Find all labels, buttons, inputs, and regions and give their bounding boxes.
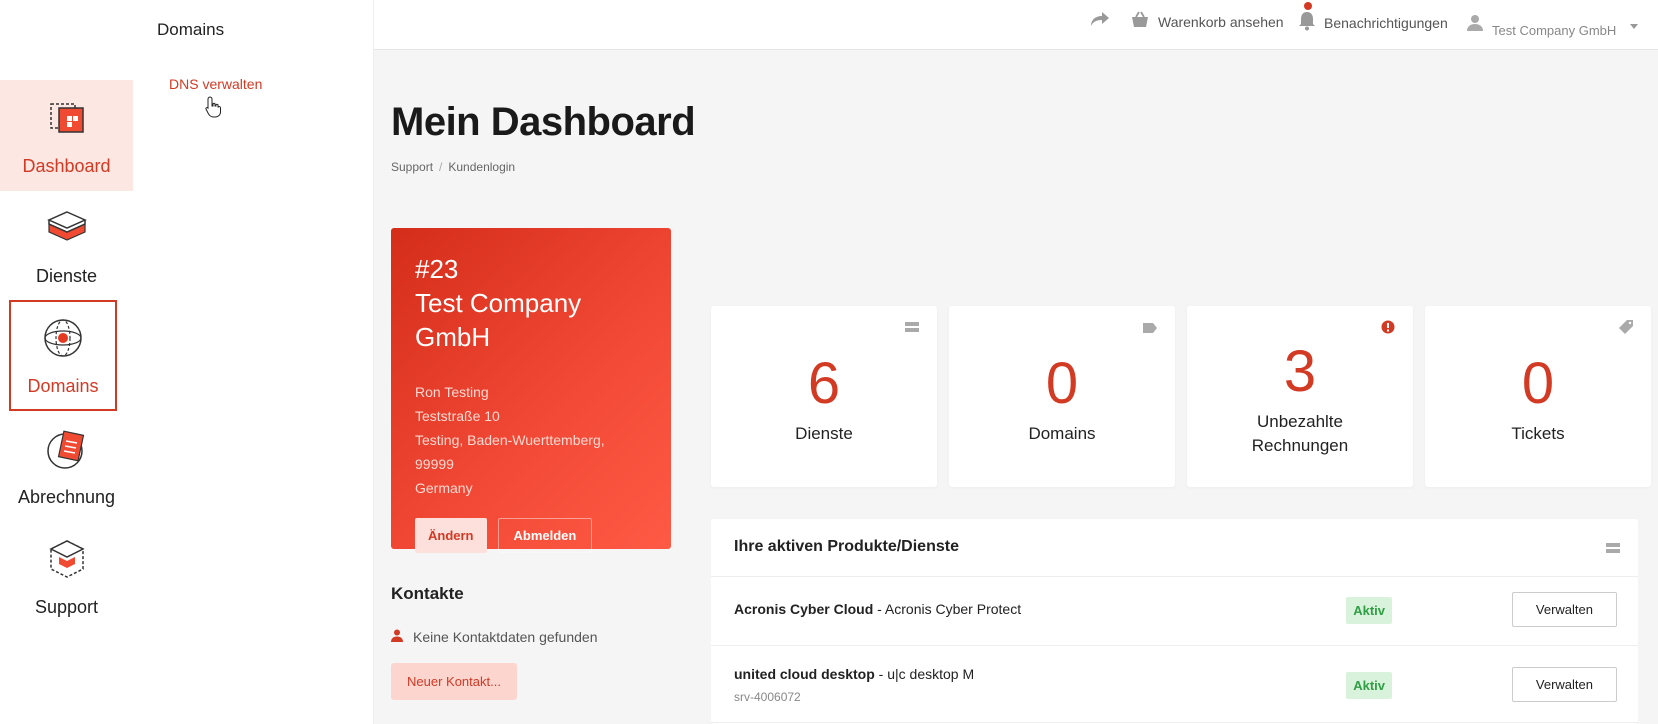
alert-icon [1381, 320, 1395, 339]
notifications-label: Benachrichtigungen [1324, 14, 1448, 31]
profile-card: #23 Test Company GmbH Ron Testing Testst… [391, 228, 671, 553]
server-icon [905, 320, 919, 338]
street: Teststraße 10 [415, 408, 500, 424]
contacts-title: Kontakte [391, 584, 464, 603]
rail-label: Dashboard [22, 156, 111, 176]
product-row: Acronis Cyber Cloud - Acronis Cyber Prot… [711, 577, 1638, 646]
hand-cursor-icon [205, 96, 221, 123]
notification-dot [1304, 2, 1312, 10]
company-name: Test Company GmbH [415, 288, 582, 352]
dashboard-icon [43, 94, 91, 142]
status-badge: Aktiv [1346, 597, 1392, 624]
domains-submenu: Domains DNS verwalten [133, 0, 374, 724]
new-contact-button[interactable]: Neuer Kontakt... [391, 663, 517, 700]
rail-label: Abrechnung [17, 487, 116, 507]
rail-item-dashboard[interactable]: Dashboard [0, 80, 133, 191]
contacts-empty-state: Keine Kontaktdaten gefunden [391, 629, 598, 645]
chevron-down-icon [1630, 17, 1639, 33]
rail-label: Dienste [35, 266, 98, 286]
products-title: Ihre aktiven Produkte/Dienste [734, 538, 959, 555]
rail-item-domains[interactable]: Domains [9, 300, 117, 411]
share-button[interactable] [1090, 11, 1110, 30]
user-label: Test Company GmbH [1492, 23, 1617, 38]
stat-card-domains[interactable]: 0 Domains [949, 306, 1175, 487]
invoice-icon [43, 425, 91, 473]
stat-label: Dienste [795, 424, 853, 443]
notifications-button[interactable]: Benachrichtigungen [1298, 2, 1448, 34]
contacts-empty-text: Keine Kontaktdaten gefunden [413, 629, 598, 645]
page-title: Mein Dashboard [391, 100, 696, 144]
tag-icon [1143, 320, 1157, 338]
breadcrumb-support-link[interactable]: Support [391, 160, 433, 174]
rail-label: Support [34, 597, 99, 617]
country: Germany [415, 480, 473, 496]
submenu-title: Domains [157, 20, 225, 39]
stat-label: Domains [1028, 424, 1096, 443]
stat-label: Tickets [1511, 424, 1565, 443]
dns-manage-link[interactable]: DNS verwalten [169, 76, 262, 92]
contact-name: Ron Testing [415, 384, 489, 400]
manage-button[interactable]: Verwalten [1511, 592, 1617, 627]
breadcrumb-current: Kundenlogin [448, 160, 516, 174]
rail-item-abrechnung[interactable]: Abrechnung [0, 411, 133, 522]
ticket-icon [1619, 320, 1633, 339]
support-box-icon [43, 535, 91, 583]
bell-icon [1298, 2, 1316, 34]
user-icon [1466, 14, 1484, 35]
stat-value: 3 [1283, 339, 1317, 404]
person-icon [391, 629, 403, 645]
stat-label: Unbezahlte Rechnungen [1251, 412, 1349, 455]
logout-button[interactable]: Abmelden [497, 518, 593, 553]
share-arrow-icon [1090, 11, 1110, 30]
status-badge: Aktiv [1346, 672, 1392, 699]
user-menu-button[interactable]: Test Company GmbH [1466, 11, 1639, 38]
active-products-panel: Ihre aktiven Produkte/Dienste Acronis Cy… [711, 519, 1638, 724]
layers-icon [43, 204, 91, 252]
product-name: Acronis Cyber Cloud - Acronis Cyber Prot… [734, 601, 1022, 617]
stat-value: 6 [807, 351, 841, 416]
stat-card-unpaid-invoices[interactable]: 3 Unbezahlte Rechnungen [1187, 306, 1413, 487]
top-bar: Warenkorb ansehen Benachrichtigungen Tes… [374, 0, 1658, 50]
stat-card-dienste[interactable]: 6 Dienste [711, 306, 937, 487]
breadcrumb: Support / Kundenlogin [391, 160, 516, 174]
stat-card-tickets[interactable]: 0 Tickets [1425, 306, 1651, 487]
view-cart-button[interactable]: Warenkorb ansehen [1130, 11, 1284, 32]
manage-button[interactable]: Verwalten [1511, 667, 1617, 702]
product-server-id: srv-4006072 [734, 690, 801, 704]
rail-item-dienste[interactable]: Dienste [0, 190, 133, 301]
stat-value: 0 [1521, 351, 1555, 416]
edit-profile-button[interactable]: Ändern [415, 518, 487, 553]
address-block: Ron Testing Teststraße 10 Testing, Baden… [415, 380, 647, 500]
rail-item-support[interactable]: Support [0, 521, 133, 632]
product-name: united cloud desktop - u|c desktop M [734, 666, 975, 682]
basket-icon [1130, 11, 1150, 32]
city: Testing, Baden-Wuerttemberg, 99999 [415, 432, 605, 472]
globe-icon [39, 314, 87, 362]
rail-label: Domains [27, 376, 99, 396]
icon-rail: Dashboard Dienste Domains Abrechnung Sup… [0, 0, 133, 724]
cart-label: Warenkorb ansehen [1158, 13, 1284, 30]
product-row: united cloud desktop - u|c desktop M srv… [711, 646, 1638, 723]
stat-value: 0 [1045, 351, 1079, 416]
server-icon [1606, 541, 1620, 559]
customer-number: #23 [415, 254, 459, 284]
